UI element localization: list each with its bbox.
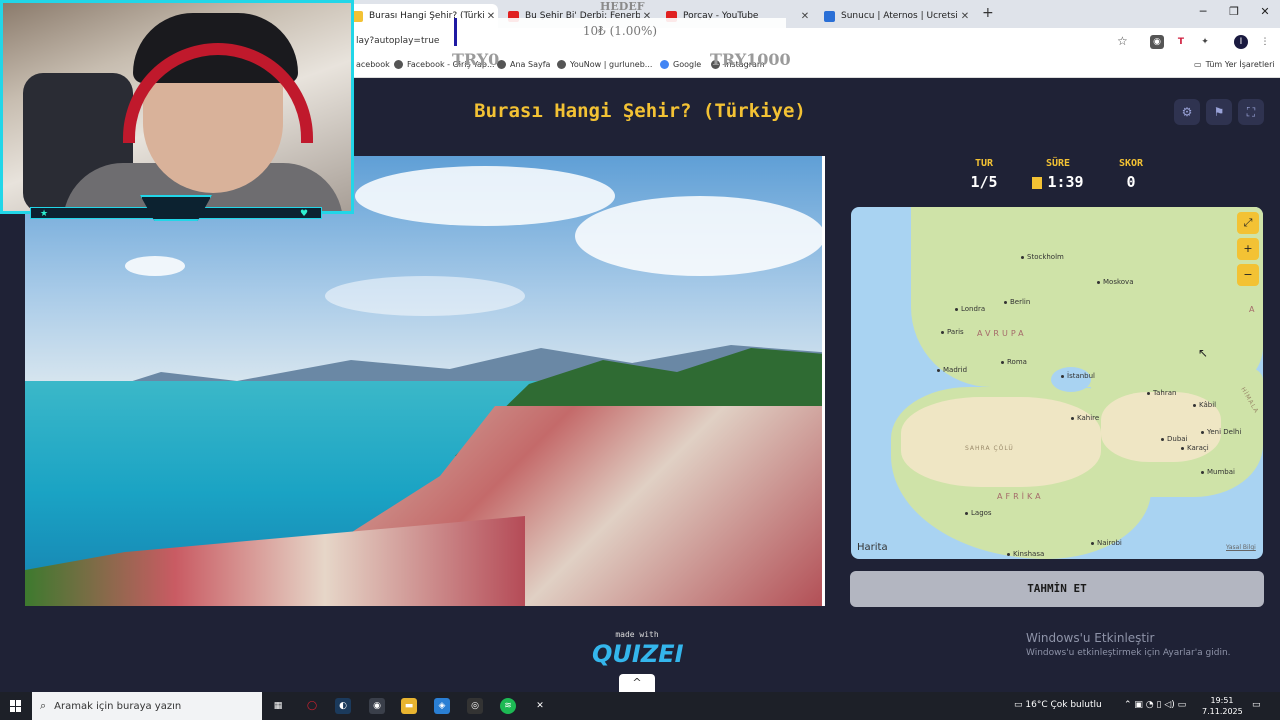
expand-icon: ⤢ [1243,216,1253,229]
all-bookmarks[interactable]: ▭ Tüm Yer İşaretleri [1194,60,1275,69]
aternos-icon [824,10,835,22]
chevron-up-icon: ^ [632,676,642,689]
close-tab-icon[interactable]: ✕ [798,11,812,22]
fullscreen-button[interactable]: ⛶ [1238,99,1264,125]
restore-button[interactable]: ❐ [1219,5,1249,18]
url-input[interactable]: lay?autoplay=true [356,36,439,46]
settings-button[interactable]: ⚙ [1174,99,1200,125]
obs-icon[interactable]: ◎ [467,698,483,714]
windows-start-icon[interactable] [10,700,22,712]
google-icon [660,60,669,69]
hourglass-icon [1032,176,1043,189]
extension-tp-icon[interactable]: T [1174,35,1188,49]
donation-start-label: TRY0 [452,50,500,69]
webcam-overlay [0,0,354,214]
minimize-button[interactable]: ─ [1188,5,1218,18]
donation-end-label: TRY1000 [710,50,791,69]
gear-icon: ⚙ [1181,105,1193,119]
donation-goal-title: HEDEF [600,0,645,13]
map-legal-link[interactable]: Yasal Bilgi [1226,544,1256,551]
notification-icon[interactable]: ▭ [1252,700,1261,710]
scroll-up-button[interactable]: ^ [619,674,655,692]
folder-icon: ▭ [1194,60,1202,69]
map-brand: Harita [857,542,888,553]
bookmark-google[interactable]: Google [660,60,701,69]
weather-widget[interactable]: ▭ 16°C Çok bulutlu [1014,700,1102,710]
globe-icon [394,60,403,69]
guess-map[interactable]: Stockholm Moskova Londra Berlin Paris Ma… [851,207,1263,559]
bookmark-facebook[interactable]: acebook [356,60,390,69]
page-title: Burası Hangi Şehir? (Türkiye) [474,100,806,122]
map-zoom-out-button[interactable]: − [1237,264,1259,286]
guess-button[interactable]: TAHMİN ET [850,571,1264,607]
bookmark-star-icon[interactable]: ☆ [1117,34,1128,48]
zoom-out-icon: − [1243,268,1253,281]
game-stats: TUR 1/5 SÜRE 1:39 SKOR 0 [950,158,1170,198]
capcut-icon[interactable]: ✕ [532,698,548,714]
search-icon: ⌕ [40,699,47,712]
windows-taskbar: ⌕ Aramak için buraya yazın ▦ ◯ ◐ ◉ ▬ ◈ ◎… [0,692,1280,720]
donation-progress-bar: 10₺ (1.00%) [454,18,786,46]
chrome-icon[interactable]: ◉ [369,698,385,714]
windows-activation-title: Windows'u Etkinleştir [1026,631,1155,645]
mouse-cursor-icon: ↖ [1198,346,1209,360]
battlenet-icon[interactable]: ◈ [434,698,450,714]
close-tab-icon[interactable]: ✕ [958,11,972,22]
map-zoom-in-button[interactable]: + [1237,238,1259,260]
webcam-frame: ★ ♥ [30,195,322,225]
opera-icon[interactable]: ◯ [304,698,320,714]
score-stat: SKOR 0 [1118,158,1144,191]
taskbar-search[interactable]: ⌕ Aramak için buraya yazın [32,692,262,720]
steam-icon[interactable]: ◐ [335,698,351,714]
extensions-puzzle-icon[interactable]: ✦ [1198,35,1212,49]
file-explorer-icon[interactable]: ▬ [401,698,417,714]
made-with-label: made with [615,630,659,639]
tab-label: Sunucu | Aternos | Ücretsiz Min [841,11,958,21]
spotify-icon[interactable]: ≋ [500,698,516,714]
taskbar-clock[interactable]: 19:51 7.11.2025 [1202,695,1243,717]
zoom-in-icon: + [1243,242,1253,255]
system-tray-icons[interactable]: ⌃ ▣ ◔ ▯ ◁) ▭ [1124,700,1186,710]
globe-icon [557,60,566,69]
quizei-logo[interactable]: QUIZEI [592,640,684,668]
fullscreen-icon: ⛶ [1246,105,1256,119]
close-window-button[interactable]: ✕ [1250,5,1280,18]
tab-aternos[interactable]: Sunucu | Aternos | Ücretsiz Min ✕ [818,4,972,28]
map-expand-button[interactable]: ⤢ [1237,212,1259,234]
donation-progress-text: 10₺ (1.00%) [582,24,658,38]
browser-menu-icon[interactable]: ⋮ [1258,35,1272,49]
time-stat: SÜRE 1:39 [1028,158,1088,191]
star-icon: ★ [40,209,49,219]
round-stat: TUR 1/5 [970,158,998,191]
heart-icon: ♥ [300,209,309,219]
report-button[interactable]: ⚑ [1206,99,1232,125]
new-tab-button[interactable]: + [982,5,994,21]
flag-icon: ⚑ [1213,105,1225,119]
profile-avatar[interactable]: I [1234,35,1248,49]
windows-activation-subtitle: Windows'u etkinleştirmek için Ayarlar'a … [1026,648,1231,658]
task-view-icon[interactable]: ▦ [270,698,286,714]
bookmark-home[interactable]: Ana Sayfa [497,60,550,69]
extension-off-icon[interactable]: ◉ [1150,35,1164,49]
weather-icon: ▭ [1014,700,1026,710]
bookmark-younow[interactable]: YouNow | gurluneb... [557,60,652,69]
